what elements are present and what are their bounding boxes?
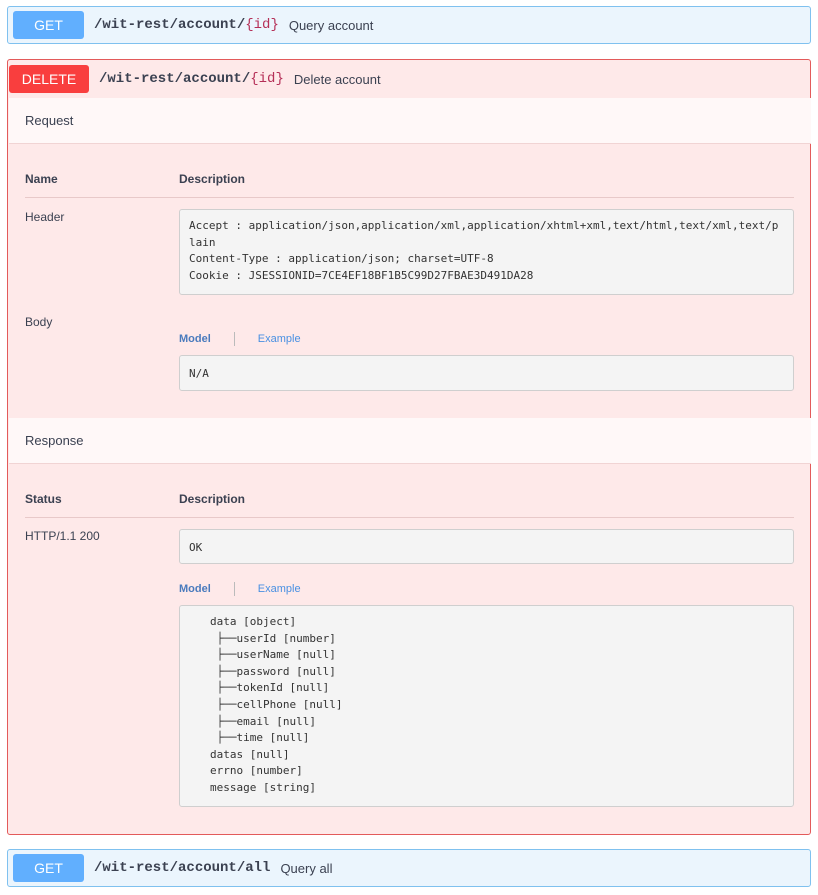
- column-header-name: Name: [25, 172, 58, 186]
- operation-summary-query-account[interactable]: GET /wit-rest/account/{id} Query account: [8, 7, 810, 43]
- operation-path: /wit-rest/account/all: [94, 860, 271, 876]
- method-badge-get: GET: [13, 11, 84, 39]
- operation-summary-delete-account[interactable]: DELETE /wit-rest/account/{id} Delete acc…: [8, 60, 810, 98]
- tab-example[interactable]: Example: [258, 333, 301, 345]
- response-section-title: Response: [9, 418, 811, 464]
- tab-model[interactable]: Model: [179, 583, 211, 595]
- tab-example[interactable]: Example: [258, 583, 301, 595]
- header-value-box: Accept : application/json,application/xm…: [179, 209, 794, 295]
- request-body-tabs: Model Example: [179, 332, 301, 346]
- status-label: HTTP/1.1 200: [25, 529, 100, 543]
- column-header-description: Description: [179, 492, 246, 506]
- method-badge-delete: DELETE: [9, 65, 89, 93]
- tab-separator: [233, 332, 235, 346]
- tab-separator: [233, 582, 235, 596]
- header-label: Header: [25, 210, 65, 224]
- operation-path: /wit-rest/account/{id}: [99, 71, 284, 87]
- operation-query-account: GET /wit-rest/account/{id} Query account: [7, 6, 811, 44]
- status-value-box: OK: [179, 529, 794, 564]
- operation-description: Query all: [280, 860, 333, 876]
- operation-query-all: GET /wit-rest/account/all Query all: [7, 849, 811, 887]
- body-value-box: N/A: [179, 355, 794, 391]
- operation-path: /wit-rest/account/{id}: [94, 17, 279, 33]
- operation-description: Query account: [288, 17, 374, 33]
- column-header-status: Status: [25, 492, 62, 506]
- table-divider: [25, 197, 794, 198]
- request-section-title: Request: [9, 98, 811, 144]
- path-param: {id}: [250, 71, 284, 87]
- path-base: /wit-rest/account/: [94, 17, 246, 33]
- operation-delete-account: DELETE /wit-rest/account/{id} Delete acc…: [7, 59, 811, 835]
- method-badge-get: GET: [13, 854, 84, 882]
- operation-summary-query-all[interactable]: GET /wit-rest/account/all Query all: [8, 850, 810, 886]
- tab-model[interactable]: Model: [179, 333, 211, 345]
- body-label: Body: [25, 315, 53, 329]
- table-divider: [25, 517, 794, 518]
- column-header-description: Description: [179, 172, 246, 186]
- response-model-tree: data [object] ├──userId [number] ├──user…: [179, 605, 794, 807]
- operation-description: Delete account: [293, 71, 381, 87]
- path-base: /wit-rest/account/: [99, 71, 251, 87]
- response-model-tabs: Model Example: [179, 582, 301, 596]
- path-param: {id}: [245, 17, 279, 33]
